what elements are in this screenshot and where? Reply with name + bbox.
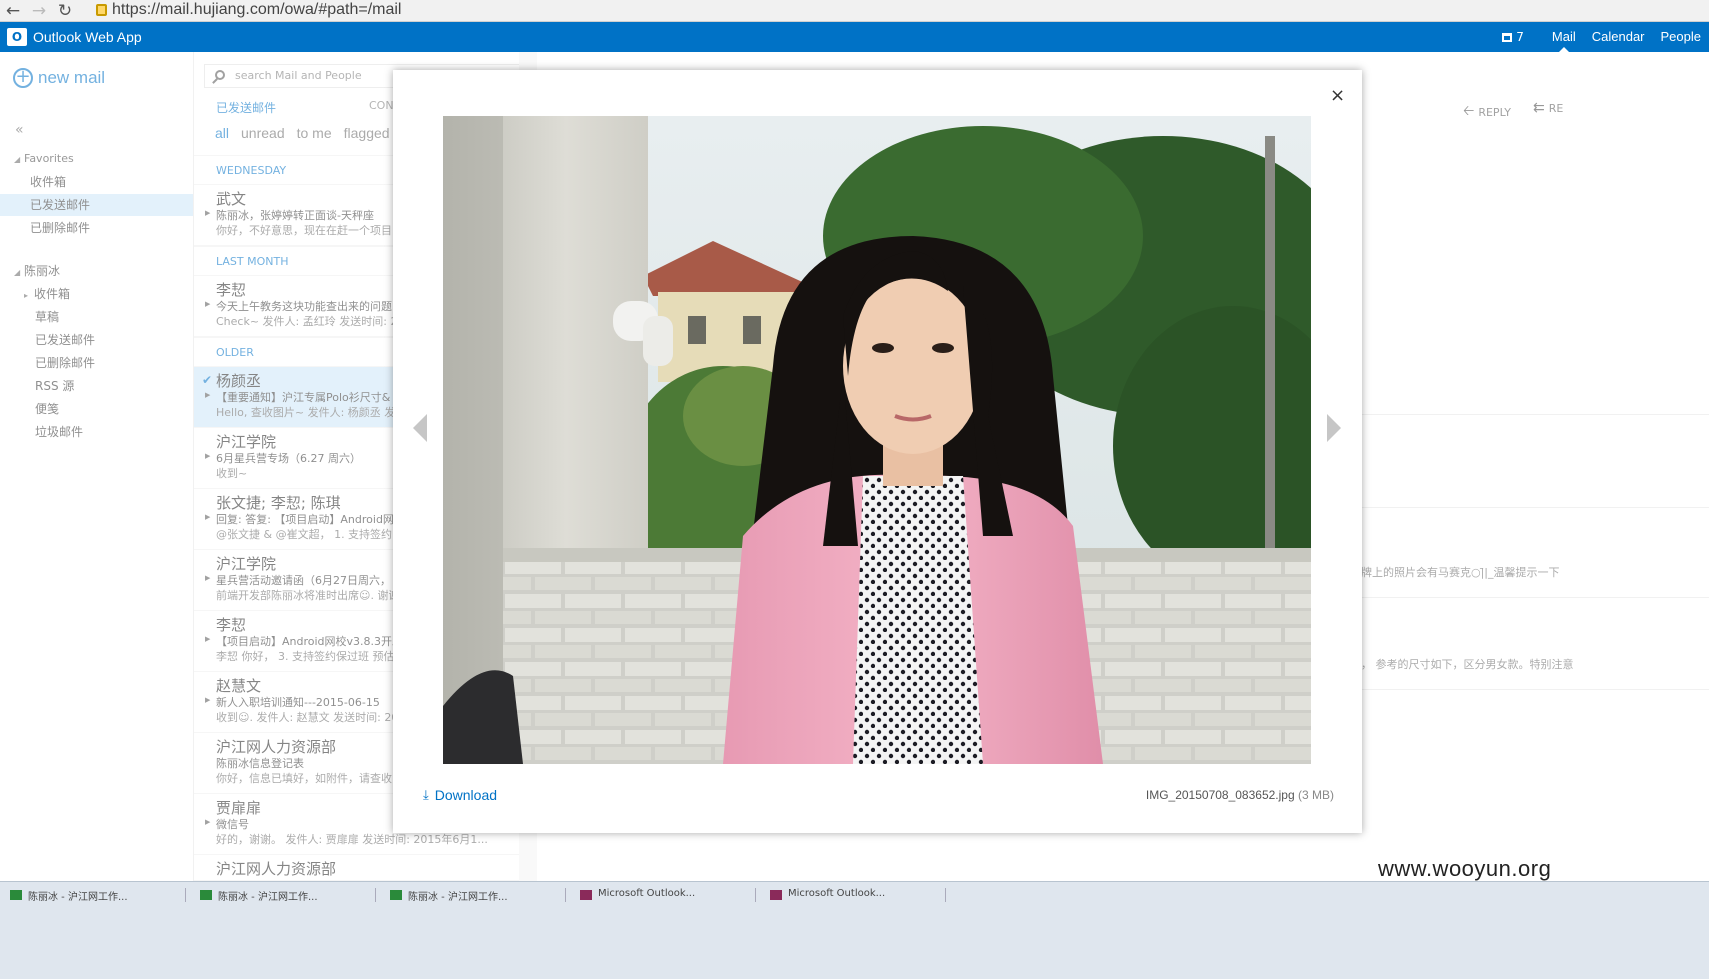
nav-people[interactable]: People xyxy=(1653,22,1709,52)
back-arrow-icon[interactable]: ← xyxy=(0,1,26,21)
download-icon: ⤓ xyxy=(423,787,429,802)
notification-icon xyxy=(1502,32,1513,42)
file-info: IMG_20150708_083652.jpg (3 MB) xyxy=(1146,788,1334,802)
close-icon[interactable]: × xyxy=(1330,85,1345,106)
attachment-photo xyxy=(443,116,1311,764)
reload-icon[interactable]: ↻ xyxy=(52,1,78,21)
file-size: (3 MB) xyxy=(1298,788,1334,802)
taskbar-item[interactable]: 陈丽冰 - 沪江网工作... xyxy=(196,888,376,902)
nav-mail[interactable]: Mail xyxy=(1544,22,1584,52)
app-title: Outlook Web App xyxy=(33,29,142,45)
notification-count: 7 xyxy=(1516,30,1524,44)
address-bar[interactable]: https://mail.hujiang.com/owa/#path=/mail xyxy=(96,0,401,20)
notifications-button[interactable]: 7 xyxy=(1502,30,1524,44)
taskbar-item[interactable]: Microsoft Outlook... xyxy=(766,888,946,902)
previous-image-arrow-icon[interactable] xyxy=(413,414,427,442)
next-image-arrow-icon[interactable] xyxy=(1327,414,1341,442)
file-name: IMG_20150708_083652.jpg xyxy=(1145,788,1295,802)
taskbar-item[interactable]: 陈丽冰 - 沪江网工作... xyxy=(386,888,566,902)
taskbar-item[interactable]: 陈丽冰 - 沪江网工作... xyxy=(6,888,186,902)
taskbar-item[interactable]: Microsoft Outlook... xyxy=(576,888,756,902)
photo-illustration xyxy=(443,116,1311,764)
lock-icon xyxy=(96,4,107,16)
url-text: https://mail.hujiang.com/owa/#path=/mail xyxy=(112,1,402,18)
taskbar: 陈丽冰 - 沪江网工作... 陈丽冰 - 沪江网工作... 陈丽冰 - 沪江网工… xyxy=(0,881,1709,979)
outlook-logo-icon: O xyxy=(7,28,27,46)
watermark: www.wooyun.org xyxy=(1378,856,1552,881)
app-header: O Outlook Web App 7 Mail Calendar People xyxy=(0,22,1709,52)
nav-calendar[interactable]: Calendar xyxy=(1584,22,1653,52)
image-viewer-dialog: × ⤓ Download IMG_20150708_083652.jpg (3 … xyxy=(393,70,1362,833)
forward-arrow-icon[interactable]: → xyxy=(26,1,52,21)
browser-toolbar: ← → ↻ https://mail.hujiang.com/owa/#path… xyxy=(0,0,1709,22)
download-link[interactable]: ⤓ Download xyxy=(423,787,497,803)
download-label: Download xyxy=(434,787,498,803)
